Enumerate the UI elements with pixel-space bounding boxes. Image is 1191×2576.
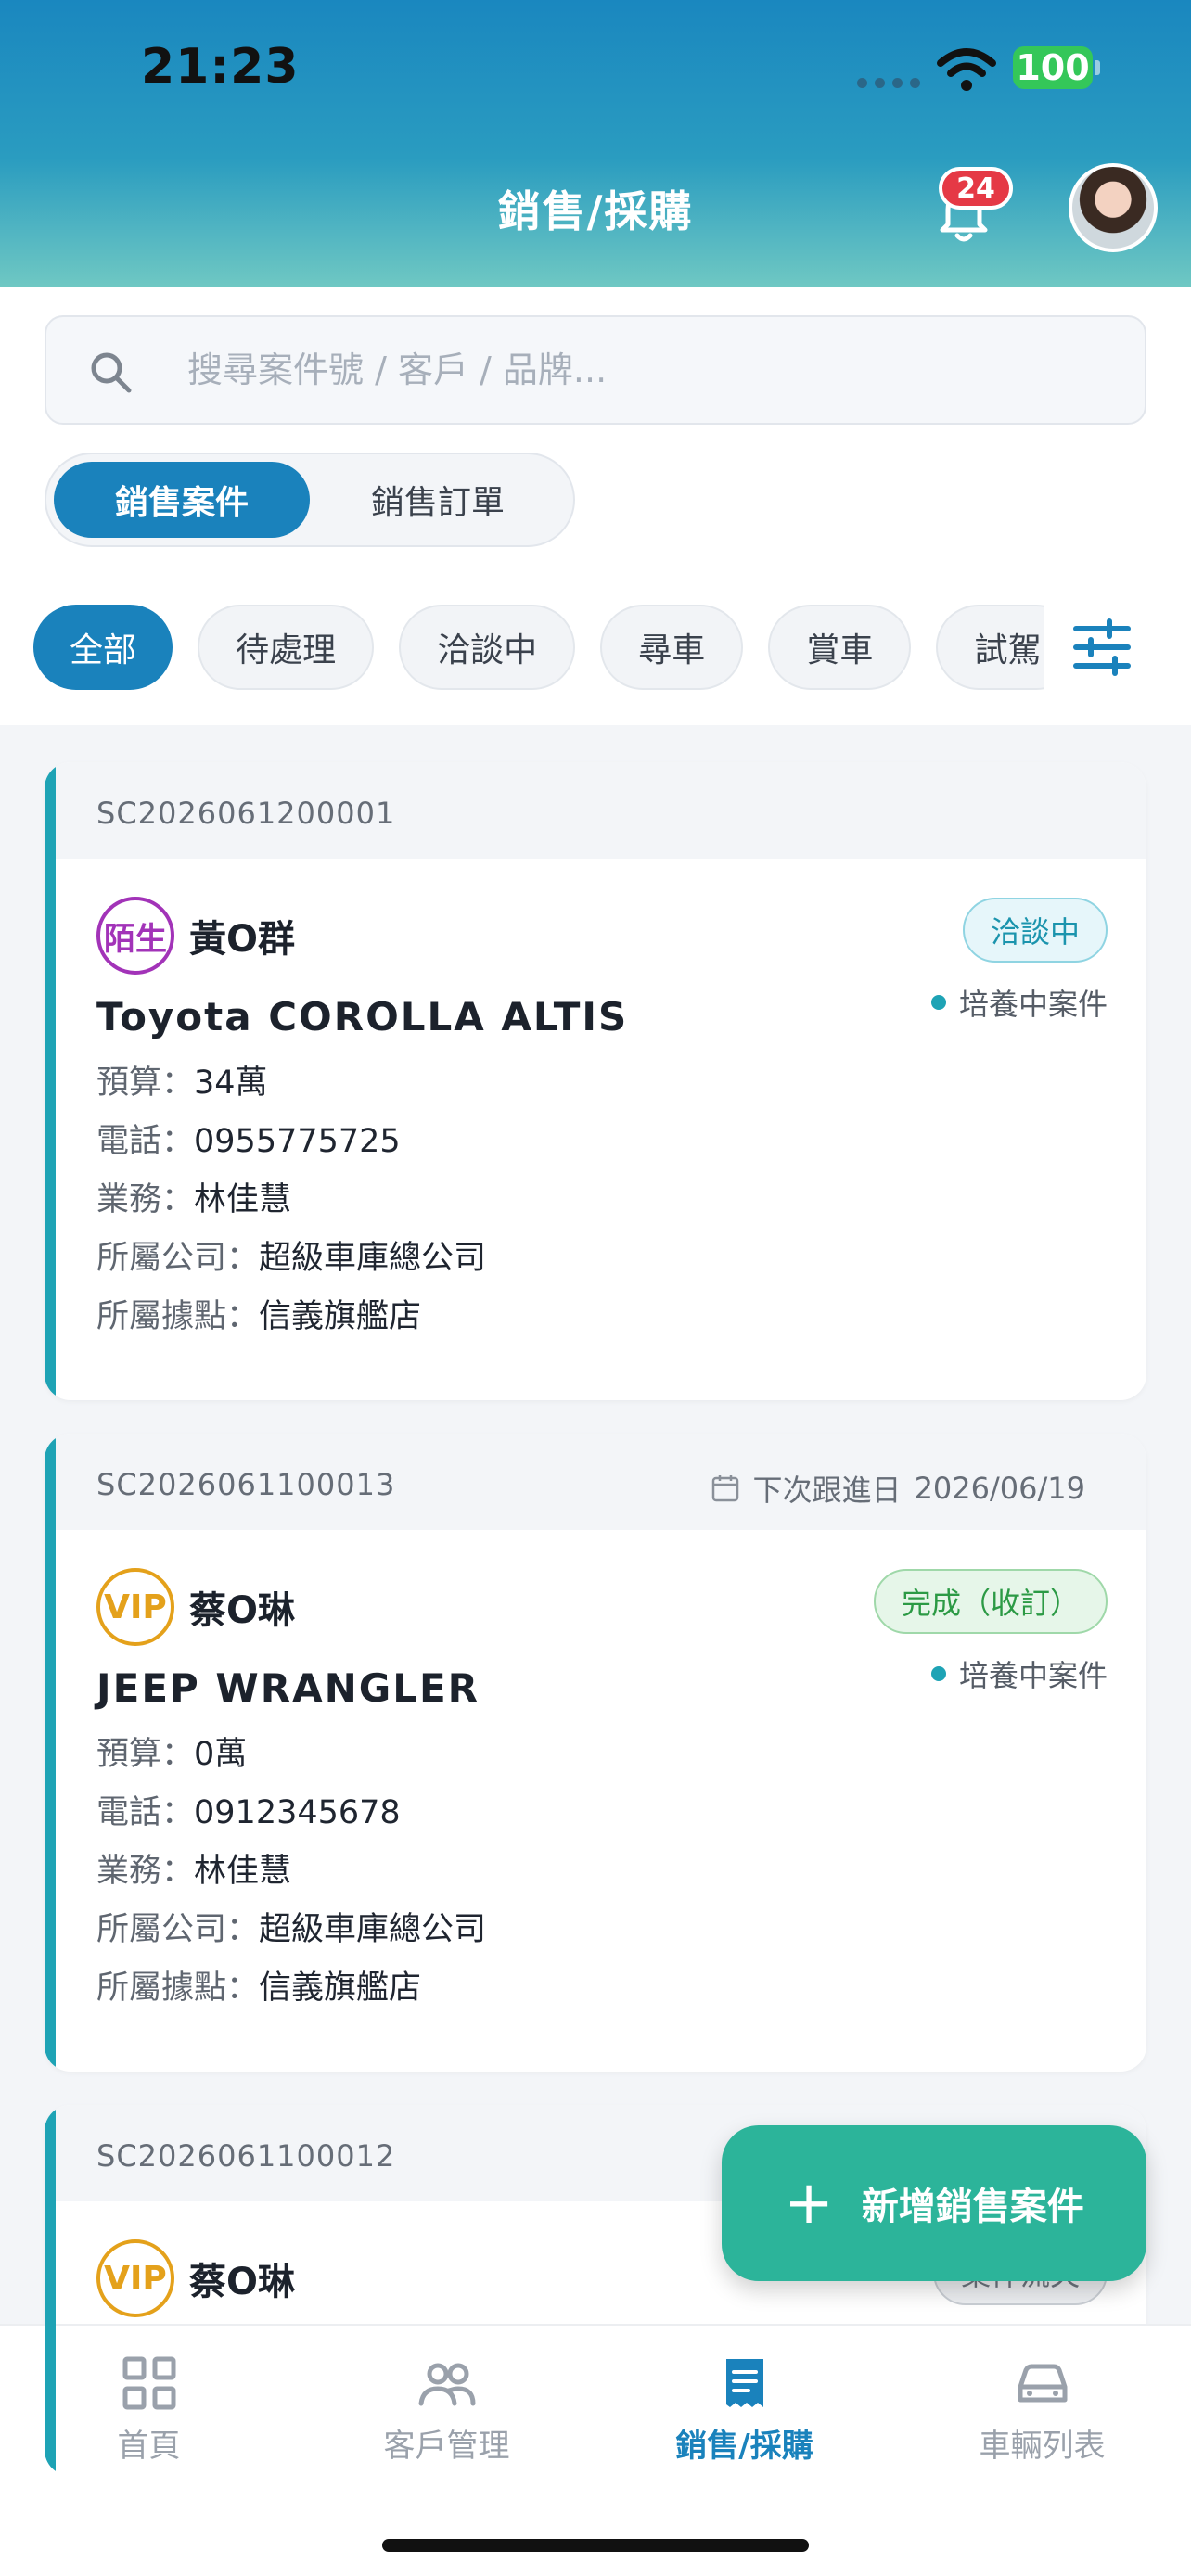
status-filter-chips: 全部 待處理 洽談中 尋車 賞車 試駕 xyxy=(33,605,1044,690)
phone-value: 0912345678 xyxy=(194,1794,401,1831)
card-header: SC2026061200001 xyxy=(45,762,1146,859)
budget-label: 預算： xyxy=(96,1736,195,1773)
company-label: 所屬公司： xyxy=(96,1240,260,1277)
tab-vehicles[interactable]: 車輛列表 xyxy=(893,2353,1191,2466)
phone-value: 0955775725 xyxy=(194,1123,401,1160)
branch-label: 所屬據點： xyxy=(96,1970,260,2007)
case-number: SC2026061100012 xyxy=(96,2138,396,2174)
people-icon xyxy=(418,2363,475,2406)
status-time: 21:23 xyxy=(141,39,300,95)
filter-settings-icon[interactable] xyxy=(1072,618,1132,677)
budget-value: 0萬 xyxy=(194,1736,248,1773)
chip-test-drive[interactable]: 試駕 xyxy=(936,605,1044,690)
case-number: SC2026061200001 xyxy=(96,796,396,831)
car-icon xyxy=(1018,2364,1067,2403)
customer-tag: VIP xyxy=(96,1568,174,1646)
plus-icon: + xyxy=(784,2169,834,2238)
nurture-indicator: 培養中案件 xyxy=(930,981,1108,1024)
dot-icon xyxy=(930,995,946,1010)
cellular-signal-icon xyxy=(857,78,920,88)
customer-tag: VIP xyxy=(96,2239,174,2317)
home-indicator xyxy=(382,2539,809,2552)
budget-label: 預算： xyxy=(96,1065,195,1102)
company-value: 超級車庫總公司 xyxy=(259,1911,487,1948)
nurture-label: 培養中案件 xyxy=(958,1658,1108,1693)
case-card[interactable]: SC2026061100013 下次跟進日 2026/06/19 VIP 蔡O琳… xyxy=(45,1434,1146,2072)
search-icon xyxy=(91,352,132,393)
notification-badge: 24 xyxy=(939,167,1013,210)
search-bar[interactable] xyxy=(45,315,1146,425)
nurture-indicator: 培養中案件 xyxy=(930,1652,1108,1695)
follow-up-value: 2026/06/19 xyxy=(914,1471,1085,1506)
case-card[interactable]: SC2026061200001 陌生 黃O群 洽談中 培養中案件 Toyota … xyxy=(45,762,1146,1400)
company-value: 超級車庫總公司 xyxy=(259,1240,487,1277)
nurture-label: 培養中案件 xyxy=(958,987,1108,1022)
customer-tag: 陌生 xyxy=(96,897,174,975)
search-input[interactable] xyxy=(187,317,1096,423)
tab-sales-purchase-label: 銷售/採購 xyxy=(675,2428,813,2465)
dot-icon xyxy=(930,1666,946,1681)
calendar-icon xyxy=(711,1475,738,1502)
avatar[interactable] xyxy=(1069,163,1158,252)
branch-value: 信義旗艦店 xyxy=(259,1970,422,2007)
chip-viewing[interactable]: 賞車 xyxy=(768,605,912,690)
tab-sales-purchase[interactable]: 銷售/採購 xyxy=(596,2353,893,2466)
card-header: SC2026061100013 下次跟進日 2026/06/19 xyxy=(45,1434,1146,1530)
tab-vehicles-label: 車輛列表 xyxy=(979,2428,1106,2465)
sales-label: 業務： xyxy=(96,1853,195,1890)
phone-label: 電話： xyxy=(96,1794,195,1831)
segment-control: 銷售案件 銷售訂單 xyxy=(45,453,575,547)
filter-section: 銷售案件 銷售訂單 全部 待處理 洽談中 尋車 賞車 試駕 xyxy=(0,287,1191,725)
add-sales-case-label: 新增銷售案件 xyxy=(861,2186,1084,2228)
tab-customers-label: 客戶管理 xyxy=(383,2428,510,2465)
phone-label: 電話： xyxy=(96,1123,195,1160)
grid-icon xyxy=(122,2356,175,2410)
follow-up-label: 下次跟進日 xyxy=(752,1473,902,1508)
status-badge: 完成（收訂） xyxy=(873,1569,1108,1634)
branch-value: 信義旗艦店 xyxy=(259,1298,422,1335)
tab-sales-cases[interactable]: 銷售案件 xyxy=(54,462,310,538)
company-label: 所屬公司： xyxy=(96,1911,260,1948)
wifi-icon xyxy=(937,48,996,91)
customer-name: 黃O群 xyxy=(189,918,296,961)
chip-negotiating[interactable]: 洽談中 xyxy=(399,605,576,690)
budget-value: 34萬 xyxy=(194,1065,268,1102)
chip-pending[interactable]: 待處理 xyxy=(198,605,375,690)
chip-all[interactable]: 全部 xyxy=(33,605,173,690)
sales-value: 林佳慧 xyxy=(194,1181,292,1218)
follow-up-date: 下次跟進日 2026/06/19 xyxy=(711,1467,1085,1510)
battery-icon: 100 xyxy=(1013,46,1100,89)
customer-name: 蔡O琳 xyxy=(189,2261,296,2303)
customer-name: 蔡O琳 xyxy=(189,1589,296,1632)
add-sales-case-button[interactable]: + 新增銷售案件 xyxy=(722,2125,1146,2281)
chip-car-search[interactable]: 尋車 xyxy=(600,605,744,690)
sales-label: 業務： xyxy=(96,1181,195,1218)
app-header: 21:23 100 銷售/採購 24 xyxy=(0,0,1191,287)
receipt-icon xyxy=(725,2359,763,2407)
sales-value: 林佳慧 xyxy=(194,1853,292,1890)
tab-sales-orders[interactable]: 銷售訂單 xyxy=(310,462,566,538)
tab-customers[interactable]: 客戶管理 xyxy=(298,2353,596,2466)
status-badge: 洽談中 xyxy=(962,898,1108,963)
branch-label: 所屬據點： xyxy=(96,1298,260,1335)
case-number: SC2026061100013 xyxy=(96,1467,396,1502)
